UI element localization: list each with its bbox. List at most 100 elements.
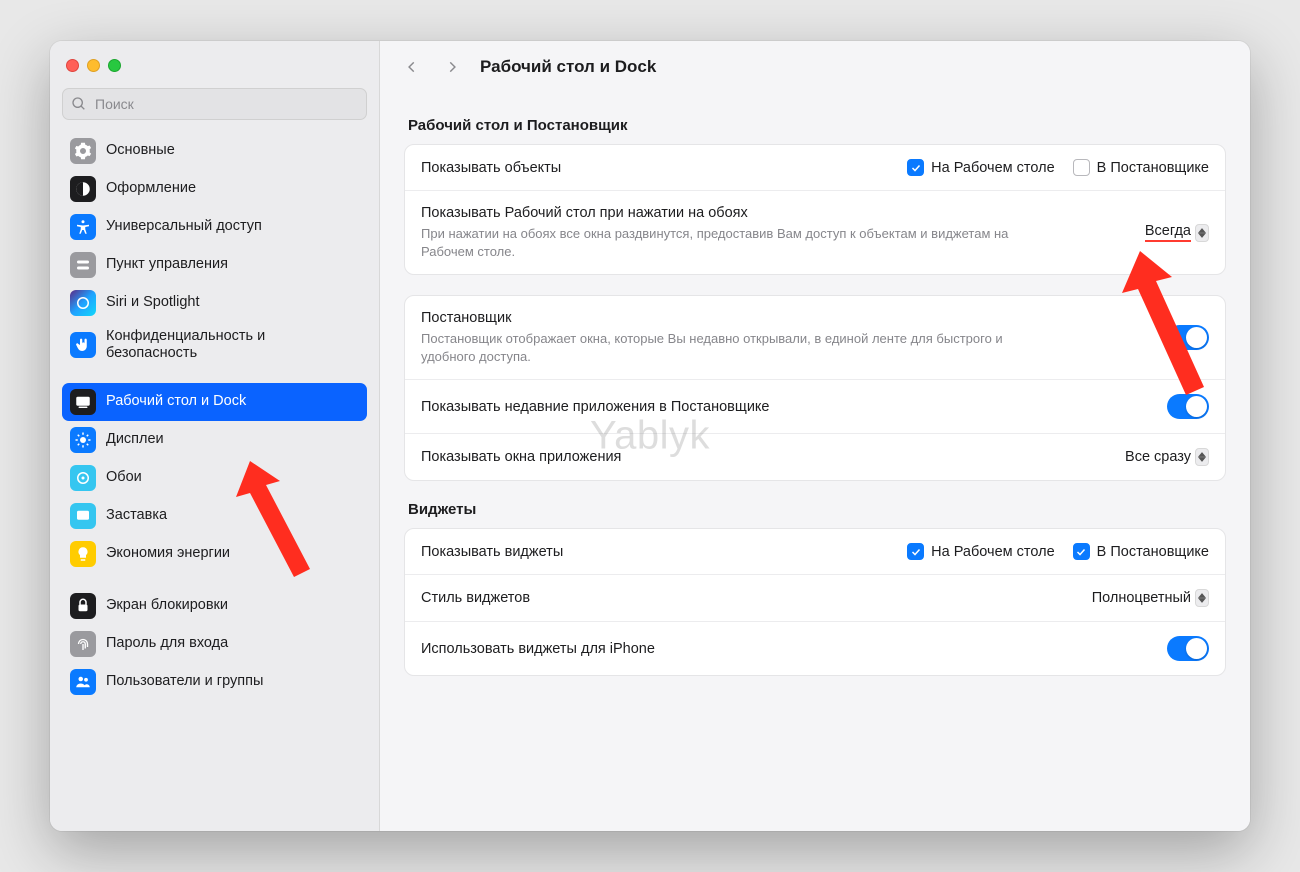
check-label: В Постановщике <box>1097 160 1209 176</box>
fullscreen-icon[interactable] <box>108 59 121 72</box>
screensaver-icon <box>70 503 96 529</box>
popup-value: Всегда <box>1145 223 1191 242</box>
control-center-icon <box>70 252 96 278</box>
check-widgets-stage[interactable]: В Постановщике <box>1073 543 1209 560</box>
gear-icon <box>70 138 96 164</box>
row-label: Постановщик <box>421 310 1151 326</box>
row-click-wallpaper: Показывать Рабочий стол при нажатии на о… <box>405 191 1225 274</box>
check-in-stage[interactable]: В Постановщике <box>1073 159 1209 176</box>
back-button[interactable] <box>400 55 424 79</box>
sidebar-item-label: Обои <box>106 469 359 486</box>
checkbox-icon <box>907 159 924 176</box>
chevron-updown-icon <box>1195 224 1209 242</box>
row-desc: Постановщик отображает окна, которые Вы … <box>421 330 1021 365</box>
row-stage-manager: Постановщик Постановщик отображает окна,… <box>405 296 1225 380</box>
lock-icon <box>70 593 96 619</box>
sidebar-item-screensaver[interactable]: Заставка <box>62 497 367 535</box>
users-icon <box>70 669 96 695</box>
sidebar-item-siri[interactable]: Siri и Spotlight <box>62 284 367 322</box>
sidebar-item-general[interactable]: Основные <box>62 132 367 170</box>
checkbox-icon <box>1073 543 1090 560</box>
section-header-desktop-stage: Рабочий стол и Постановщик <box>408 117 1222 134</box>
popup-widget-style[interactable]: Полноцветный <box>1092 589 1209 607</box>
hand-icon <box>70 332 96 358</box>
dock-icon <box>70 389 96 415</box>
chevron-updown-icon <box>1195 589 1209 607</box>
sidebar-item-label: Основные <box>106 142 359 159</box>
row-widget-style: Стиль виджетов Полноцветный <box>405 575 1225 622</box>
row-label: Стиль виджетов <box>421 590 1076 606</box>
group-desktop-stage: Показывать объекты На Рабочем столе В По… <box>404 144 1226 275</box>
forward-button[interactable] <box>440 55 464 79</box>
sidebar-item-label: Дисплеи <box>106 431 359 448</box>
row-label: Показывать объекты <box>421 160 891 176</box>
sidebar-item-label: Siri и Spotlight <box>106 294 359 311</box>
sidebar-item-users[interactable]: Пользователи и группы <box>62 663 367 701</box>
siri-icon <box>70 290 96 316</box>
search-input[interactable] <box>62 88 367 120</box>
checkbox-icon <box>907 543 924 560</box>
toolbar: Рабочий стол и Dock <box>380 41 1250 93</box>
minimize-icon[interactable] <box>87 59 100 72</box>
row-desc: При нажатии на обоях все окна раздвинутс… <box>421 225 1021 260</box>
sidebar-item-control-center[interactable]: Пункт управления <box>62 246 367 284</box>
sidebar-item-label: Оформление <box>106 180 359 197</box>
row-recent-apps: Показывать недавние приложения в Постано… <box>405 380 1225 434</box>
sidebar-item-password[interactable]: Пароль для входа <box>62 625 367 663</box>
sidebar-item-label: Пароль для входа <box>106 635 359 652</box>
sidebar-item-accessibility[interactable]: Универсальный доступ <box>62 208 367 246</box>
sidebar-item-energy[interactable]: Экономия энергии <box>62 535 367 573</box>
switch-iphone-widgets[interactable] <box>1167 636 1209 661</box>
row-label: Показывать окна приложения <box>421 449 1109 465</box>
popup-value: Полноцветный <box>1092 590 1191 606</box>
sidebar-item-label: Рабочий стол и Dock <box>106 393 359 410</box>
wallpaper-icon <box>70 465 96 491</box>
check-widgets-desktop[interactable]: На Рабочем столе <box>907 543 1054 560</box>
sidebar-item-desktop-dock[interactable]: Рабочий стол и Dock <box>62 383 367 421</box>
close-icon[interactable] <box>66 59 79 72</box>
check-label: На Рабочем столе <box>931 160 1054 176</box>
group-stage-manager: Постановщик Постановщик отображает окна,… <box>404 295 1226 481</box>
settings-scroll-pane[interactable]: Рабочий стол и Постановщик Показывать об… <box>380 93 1250 831</box>
check-label: В Постановщике <box>1097 544 1209 560</box>
sidebar-item-label: Универсальный доступ <box>106 218 359 235</box>
sidebar-item-wallpaper[interactable]: Обои <box>62 459 367 497</box>
row-iphone-widgets: Использовать виджеты для iPhone <box>405 622 1225 675</box>
checkbox-icon <box>1073 159 1090 176</box>
switch-stage-manager[interactable] <box>1167 325 1209 350</box>
row-show-widgets: Показывать виджеты На Рабочем столе В По… <box>405 529 1225 575</box>
row-label: Использовать виджеты для iPhone <box>421 641 1151 657</box>
sidebar-item-label: Экономия энергии <box>106 545 359 562</box>
settings-window: Основные Оформление Универсальный доступ… <box>50 41 1250 831</box>
displays-icon <box>70 427 96 453</box>
sidebar-item-appearance[interactable]: Оформление <box>62 170 367 208</box>
row-show-windows: Показывать окна приложения Все сразу <box>405 434 1225 480</box>
window-controls <box>62 55 367 88</box>
sidebar-item-lock-screen[interactable]: Экран блокировки <box>62 587 367 625</box>
content-pane: Рабочий стол и Dock Рабочий стол и Поста… <box>380 41 1250 831</box>
chevron-updown-icon <box>1195 448 1209 466</box>
row-label: Показывать виджеты <box>421 544 891 560</box>
search-icon <box>71 96 87 112</box>
fingerprint-icon <box>70 631 96 657</box>
section-header-widgets: Виджеты <box>408 501 1222 518</box>
popup-value: Все сразу <box>1125 449 1191 465</box>
popup-show-windows[interactable]: Все сразу <box>1125 448 1209 466</box>
search-field[interactable] <box>62 88 367 120</box>
sidebar: Основные Оформление Универсальный доступ… <box>50 41 380 831</box>
row-label: Показывать Рабочий стол при нажатии на о… <box>421 205 1129 221</box>
sidebar-item-label: Конфиденциальность и безопасность <box>106 328 359 363</box>
check-label: На Рабочем столе <box>931 544 1054 560</box>
sidebar-item-displays[interactable]: Дисплеи <box>62 421 367 459</box>
popup-click-wallpaper[interactable]: Всегда <box>1145 223 1209 242</box>
group-widgets: Показывать виджеты На Рабочем столе В По… <box>404 528 1226 676</box>
row-label: Показывать недавние приложения в Постано… <box>421 399 1151 415</box>
check-on-desktop[interactable]: На Рабочем столе <box>907 159 1054 176</box>
page-title: Рабочий стол и Dock <box>480 57 656 77</box>
sidebar-item-label: Пункт управления <box>106 256 359 273</box>
switch-recent-apps[interactable] <box>1167 394 1209 419</box>
sidebar-nav: Основные Оформление Универсальный доступ… <box>62 132 367 701</box>
accessibility-icon <box>70 214 96 240</box>
sidebar-item-label: Пользователи и группы <box>106 673 359 690</box>
sidebar-item-privacy[interactable]: Конфиденциальность и безопасность <box>62 322 367 369</box>
